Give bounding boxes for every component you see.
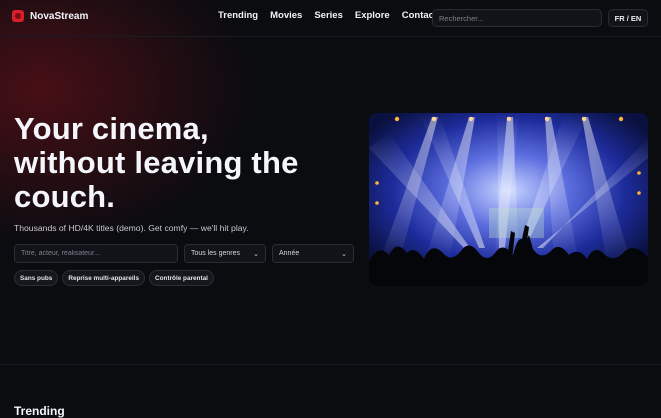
logo-icon	[12, 10, 24, 22]
title-search-input[interactable]	[14, 244, 178, 263]
nav-link-series[interactable]: Series	[314, 10, 343, 21]
main-nav: Trending Movies Series Explore Contact	[218, 10, 437, 21]
feature-chip: Sans pubs	[14, 270, 59, 286]
nav-link-movies[interactable]: Movies	[270, 10, 302, 21]
genre-select-value: Tous les genres	[191, 250, 241, 257]
hero-title: Your cinema, without leaving the couch.	[14, 112, 354, 214]
nav-link-trending[interactable]: Trending	[218, 10, 258, 21]
top-nav-bar: NovaStream Trending Movies Series Explor…	[0, 0, 661, 37]
hero-title-line: couch.	[14, 179, 116, 214]
feature-chip: Reprise multi-appareils	[62, 270, 146, 286]
hero-title-line: Your cinema,	[14, 111, 209, 146]
language-toggle-button[interactable]: FR / EN	[608, 9, 648, 27]
brand-name: NovaStream	[30, 10, 89, 22]
year-select-value: Année	[279, 250, 300, 257]
section-title-trending: Trending	[14, 403, 65, 418]
genre-select[interactable]: Tous les genres ⌄	[184, 244, 266, 263]
feature-chip: Contrôle parental	[149, 270, 214, 286]
feature-chips: Sans pubs Reprise multi-appareils Contrô…	[14, 270, 214, 286]
hero-image	[369, 113, 648, 286]
chevron-down-icon: ⌄	[253, 250, 259, 258]
section-divider	[0, 364, 661, 365]
nav-link-explore[interactable]: Explore	[355, 10, 390, 21]
hero-subtitle: Thousands of HD/4K titles (demo). Get co…	[14, 223, 249, 233]
year-select[interactable]: Année ⌄	[272, 244, 354, 263]
page: NovaStream Trending Movies Series Explor…	[0, 0, 661, 418]
chevron-down-icon: ⌄	[341, 250, 347, 258]
hero-title-line: without leaving the	[14, 145, 299, 180]
brand[interactable]: NovaStream	[12, 10, 88, 22]
header-search-input[interactable]	[432, 9, 602, 27]
concert-stage-image	[369, 113, 648, 286]
